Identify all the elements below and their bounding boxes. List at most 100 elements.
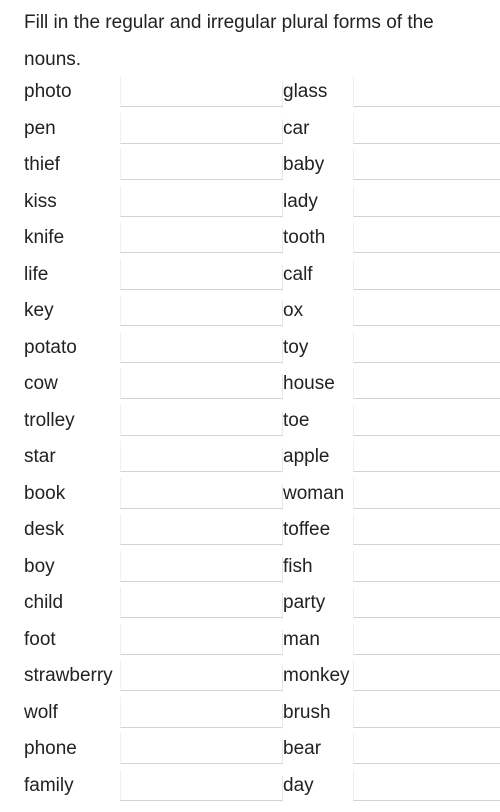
- noun-right: day: [283, 774, 314, 796]
- noun-right: lady: [283, 190, 318, 212]
- worksheet-row: potato toy: [0, 330, 500, 366]
- noun-right: ox: [283, 300, 304, 321]
- plural-input-right[interactable]: [353, 550, 500, 582]
- plural-input-left[interactable]: [120, 76, 283, 107]
- noun-left: thief: [24, 154, 60, 175]
- noun-right: toe: [283, 409, 310, 431]
- worksheet-row: foot man: [0, 622, 500, 658]
- plural-input-left[interactable]: [120, 696, 283, 728]
- plural-input-left[interactable]: [120, 185, 283, 217]
- plural-input-right[interactable]: [353, 733, 500, 764]
- worksheet-row: child party: [0, 585, 500, 621]
- noun-right: monkey: [283, 665, 350, 686]
- noun-left: foot: [24, 628, 56, 650]
- plural-input-right[interactable]: [353, 696, 500, 728]
- instructions: Fill in the regular and irregular plural…: [24, 12, 434, 70]
- plural-input-left[interactable]: [120, 404, 283, 436]
- plural-input-left[interactable]: [120, 258, 283, 290]
- plural-input-right[interactable]: [353, 660, 500, 691]
- plural-input-right[interactable]: [353, 587, 500, 618]
- plural-input-right[interactable]: [353, 185, 500, 217]
- plural-input-left[interactable]: [120, 222, 283, 253]
- plural-input-right[interactable]: [353, 368, 500, 399]
- plural-input-right[interactable]: [353, 295, 500, 326]
- worksheet-row: wolf brush: [0, 695, 500, 731]
- noun-right: car: [283, 117, 310, 139]
- noun-left: kiss: [24, 190, 57, 212]
- noun-left: photo: [24, 81, 72, 102]
- noun-right: glass: [283, 81, 328, 102]
- worksheet-row: knife tooth: [0, 220, 500, 256]
- plural-input-right[interactable]: [353, 149, 500, 180]
- plural-input-right[interactable]: [353, 222, 500, 253]
- plural-input-right[interactable]: [353, 769, 500, 801]
- noun-right: man: [283, 628, 320, 650]
- noun-left: boy: [24, 555, 55, 577]
- noun-right: party: [283, 592, 326, 613]
- noun-left: pen: [24, 117, 56, 139]
- worksheet-row: life calf: [0, 257, 500, 293]
- noun-right: fish: [283, 555, 313, 577]
- plural-input-left[interactable]: [120, 769, 283, 801]
- worksheet-row: trolley toe: [0, 403, 500, 439]
- worksheet-row: family day: [0, 768, 500, 804]
- noun-right: bear: [283, 738, 322, 759]
- plural-input-right[interactable]: [353, 258, 500, 290]
- noun-left: phone: [24, 738, 77, 759]
- noun-left: trolley: [24, 409, 75, 431]
- noun-right: toffee: [283, 519, 331, 540]
- plural-input-left[interactable]: [120, 441, 283, 472]
- plural-input-right[interactable]: [353, 112, 500, 144]
- noun-left: wolf: [24, 701, 58, 723]
- noun-left: knife: [24, 227, 65, 248]
- plural-input-left[interactable]: [120, 477, 283, 509]
- plural-input-left[interactable]: [120, 514, 283, 545]
- noun-left: book: [24, 482, 66, 504]
- noun-right: brush: [283, 701, 331, 723]
- noun-right: tooth: [283, 227, 326, 248]
- worksheet-row: book woman: [0, 476, 500, 512]
- worksheet-row: pen car: [0, 111, 500, 147]
- plural-input-left[interactable]: [120, 660, 283, 691]
- plural-input-left[interactable]: [120, 623, 283, 655]
- noun-left: strawberry: [24, 665, 113, 686]
- worksheet-row: key ox: [0, 293, 500, 329]
- plural-input-left[interactable]: [120, 550, 283, 582]
- worksheet-row: kiss lady: [0, 184, 500, 220]
- plural-input-left[interactable]: [120, 368, 283, 399]
- noun-left: child: [24, 592, 64, 613]
- worksheet-row: photo glass: [0, 74, 500, 110]
- plural-input-left[interactable]: [120, 112, 283, 144]
- plural-input-left[interactable]: [120, 295, 283, 326]
- worksheet-row: phone bear: [0, 731, 500, 767]
- plural-input-right[interactable]: [353, 623, 500, 655]
- noun-left: key: [24, 300, 54, 321]
- plural-input-right[interactable]: [353, 477, 500, 509]
- plural-input-right[interactable]: [353, 76, 500, 107]
- worksheet-row: cow house: [0, 366, 500, 402]
- noun-left: star: [24, 446, 56, 467]
- noun-right: house: [283, 373, 335, 394]
- worksheet-row: star apple: [0, 439, 500, 475]
- plural-input-right[interactable]: [353, 404, 500, 436]
- plural-input-right[interactable]: [353, 331, 500, 363]
- plural-input-left[interactable]: [120, 149, 283, 180]
- noun-right: toy: [283, 336, 309, 358]
- worksheet-row: desk toffee: [0, 512, 500, 548]
- plural-input-left[interactable]: [120, 733, 283, 764]
- plural-input-right[interactable]: [353, 441, 500, 472]
- plural-input-left[interactable]: [120, 331, 283, 363]
- plural-input-left[interactable]: [120, 587, 283, 618]
- plural-input-right[interactable]: [353, 514, 500, 545]
- worksheet-row: strawberry monkey: [0, 658, 500, 694]
- worksheet-row: thief baby: [0, 147, 500, 183]
- worksheet-row: boy fish: [0, 549, 500, 585]
- noun-right: baby: [283, 154, 325, 175]
- noun-right: woman: [283, 482, 345, 504]
- noun-left: potato: [24, 336, 77, 358]
- noun-right: apple: [283, 446, 330, 467]
- noun-left: life: [24, 263, 49, 285]
- noun-left: desk: [24, 519, 65, 540]
- noun-left: cow: [24, 373, 58, 394]
- noun-left: family: [24, 774, 74, 796]
